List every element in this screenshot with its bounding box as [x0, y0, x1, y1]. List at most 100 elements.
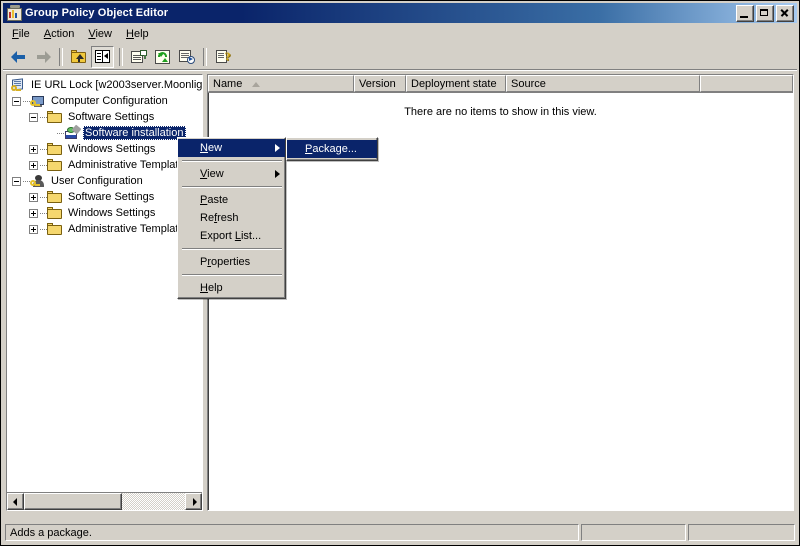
expander-minus-icon[interactable]: [12, 176, 21, 186]
submenu-item-label-rest: ackage...: [312, 143, 357, 155]
tree-node-label: Windows Settings: [68, 207, 156, 219]
context-menu: New View Paste Refresh Export List... Pr…: [177, 137, 286, 299]
column-header-label: Source: [511, 78, 546, 90]
tree-node-label: Software Settings: [68, 191, 155, 203]
menu-file[interactable]: File: [5, 26, 37, 43]
context-menu-item-view[interactable]: View: [178, 165, 285, 183]
menu-separator: [181, 160, 282, 162]
gpo-icon: [10, 77, 26, 93]
column-header-filler[interactable]: [700, 75, 793, 92]
folder-icon: [47, 110, 63, 125]
folder-icon: [47, 190, 63, 205]
maximize-button[interactable]: [756, 4, 774, 22]
tree-connector: [23, 180, 30, 182]
menu-bar: File Action View Help: [3, 24, 797, 44]
menu-view[interactable]: View: [81, 26, 119, 43]
minimize-button[interactable]: [736, 4, 754, 22]
column-header-source[interactable]: Source: [506, 75, 700, 92]
menu-help[interactable]: Help: [119, 26, 156, 43]
properties-icon: [130, 49, 147, 64]
scroll-left-button[interactable]: [7, 493, 24, 510]
folder-icon: [47, 142, 63, 157]
listview-empty-message: There are no items to show in this view.: [404, 106, 597, 118]
context-menu-item-paste[interactable]: Paste: [178, 191, 285, 209]
context-menu-item-properties[interactable]: Properties: [178, 253, 285, 271]
tree-node-user-software-settings[interactable]: Software Settings: [7, 189, 202, 205]
tree-node-computer-administrative-templates[interactable]: Administrative Templat: [7, 157, 202, 173]
toolbar-separator-3: [203, 47, 207, 66]
scrollbar-track[interactable]: [24, 493, 185, 510]
submenu-item-package[interactable]: Package...: [287, 140, 377, 158]
folder-icon: [47, 206, 63, 221]
submenu-arrow-icon: [275, 144, 280, 152]
expander-plus-icon[interactable]: [29, 160, 38, 170]
folder-icon: [47, 222, 63, 237]
status-pane-2: [581, 524, 686, 541]
tree-node-label: Administrative Templat: [68, 159, 179, 171]
tree-node-user-administrative-templates[interactable]: Administrative Templat: [7, 221, 202, 237]
tree-node-label: Software Settings: [68, 111, 155, 123]
group-policy-object-editor-window: Group Policy Object Editor File Action V…: [0, 0, 800, 546]
tree-node-user-configuration[interactable]: User Configuration: [7, 173, 202, 189]
tree-node-ie-url-lock[interactable]: IE URL Lock [w2003server.Moonlig: [7, 77, 202, 93]
help-button[interactable]: ?: [211, 46, 234, 68]
column-header-version[interactable]: Version: [354, 75, 406, 92]
show-hide-tree-button[interactable]: [91, 45, 114, 68]
title-bar[interactable]: Group Policy Object Editor: [3, 3, 797, 23]
tree-horizontal-scrollbar[interactable]: [7, 492, 202, 510]
properties-button[interactable]: [127, 46, 150, 68]
scrollbar-thumb[interactable]: [24, 493, 122, 510]
refresh-button[interactable]: [151, 46, 174, 68]
close-button[interactable]: [776, 4, 794, 22]
expander-plus-icon[interactable]: [29, 224, 38, 234]
user-icon: [30, 174, 46, 189]
forward-button[interactable]: [31, 46, 54, 68]
context-menu-item-help[interactable]: Help: [178, 279, 285, 297]
context-menu-item-refresh[interactable]: Refresh: [178, 209, 285, 227]
window-title: Group Policy Object Editor: [25, 7, 169, 19]
context-menu-item-label-rest: elp: [207, 282, 223, 294]
expander-plus-icon[interactable]: [29, 192, 38, 202]
column-header-label: Deployment state: [411, 78, 497, 90]
menu-separator: [181, 186, 282, 188]
tree-node-computer-software-settings[interactable]: Software Settings: [7, 109, 202, 125]
tree-node-label: Windows Settings: [68, 143, 156, 155]
tree-node-software-installation[interactable]: Software installation: [7, 124, 202, 141]
context-menu-item-label-rest: iew: [207, 168, 224, 180]
tree-node-label: Computer Configuration: [51, 95, 168, 107]
tree-connector: [40, 164, 47, 166]
context-menu-item-new[interactable]: New: [178, 139, 285, 157]
expander-minus-icon[interactable]: [29, 112, 38, 122]
toolbar-separator-2: [119, 47, 123, 66]
back-button[interactable]: [7, 46, 30, 68]
scroll-right-button[interactable]: [185, 493, 202, 510]
export-list-button[interactable]: [175, 46, 198, 68]
help-icon: ?: [215, 49, 231, 64]
tree-connector: [40, 116, 47, 118]
tree-node-user-windows-settings[interactable]: Windows Settings: [7, 205, 202, 221]
menu-action[interactable]: Action: [37, 26, 82, 43]
toolbar-separator-1: [59, 47, 63, 66]
column-header-name[interactable]: Name: [208, 75, 354, 92]
expander-plus-icon[interactable]: [29, 208, 38, 218]
software-installation-icon: [64, 124, 82, 141]
up-one-level-button[interactable]: [67, 46, 90, 68]
column-header-deployment-state[interactable]: Deployment state: [406, 75, 506, 92]
status-pane-3: [688, 524, 795, 541]
menu-separator: [181, 248, 282, 250]
tree-node-computer-windows-settings[interactable]: Windows Settings: [7, 141, 202, 157]
column-header-label: Name: [213, 78, 243, 90]
console-tree[interactable]: IE URL Lock [w2003server.Moonlig Compute…: [7, 75, 202, 493]
expander-plus-icon[interactable]: [29, 144, 38, 154]
console-tree-pane: IE URL Lock [w2003server.Moonlig Compute…: [6, 74, 203, 511]
tree-connector: [40, 196, 47, 198]
expander-minus-icon[interactable]: [12, 96, 21, 106]
right-arrow-icon: [35, 50, 51, 63]
tree-node-computer-configuration[interactable]: Computer Configuration: [7, 93, 202, 109]
sort-ascending-icon: [252, 81, 261, 87]
menu-view-label-rest: iew: [95, 27, 112, 40]
computer-icon: [30, 94, 46, 109]
new-submenu: Package...: [286, 137, 378, 161]
column-header-label: Version: [359, 78, 396, 90]
context-menu-item-export-list[interactable]: Export List...: [178, 227, 285, 245]
